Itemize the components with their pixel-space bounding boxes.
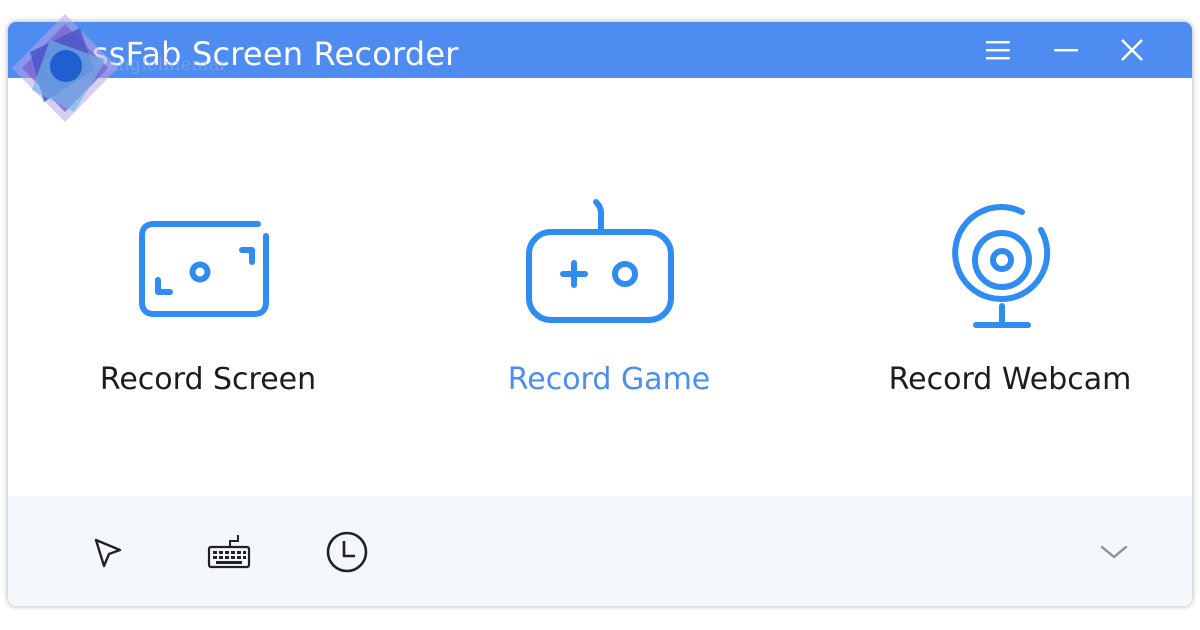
keyboard-button[interactable] [205, 528, 253, 576]
bottom-toolbar [8, 496, 1192, 606]
record-game-option[interactable]: Record Game [459, 192, 759, 432]
expand-button[interactable] [1090, 528, 1138, 576]
close-icon [1121, 39, 1143, 61]
menu-button[interactable] [978, 32, 1018, 68]
record-screen-label: Record Screen [99, 362, 317, 397]
minimize-button[interactable] [1046, 32, 1086, 68]
cursor-button[interactable] [82, 528, 130, 576]
record-game-label: Record Game [507, 362, 711, 397]
record-screen-option[interactable]: Record Screen [58, 192, 358, 432]
screen-record-icon [139, 221, 269, 317]
webcam-icon [952, 204, 1051, 328]
close-button[interactable] [1112, 32, 1152, 68]
minimize-icon [1054, 49, 1078, 52]
timer-button[interactable] [323, 528, 371, 576]
clock-icon [326, 531, 368, 573]
cursor-icon [94, 538, 122, 568]
chevron-down-icon [1100, 545, 1128, 559]
app-window: PassFab Screen Recorder Record Screen Re… [8, 22, 1192, 606]
watermark-logo-icon [12, 14, 118, 122]
menu-icon [986, 41, 1010, 60]
record-webcam-option[interactable]: Record Webcam [860, 192, 1160, 432]
gamepad-icon [526, 199, 674, 323]
record-webcam-label: Record Webcam [888, 362, 1132, 397]
keyboard-icon [207, 535, 251, 569]
